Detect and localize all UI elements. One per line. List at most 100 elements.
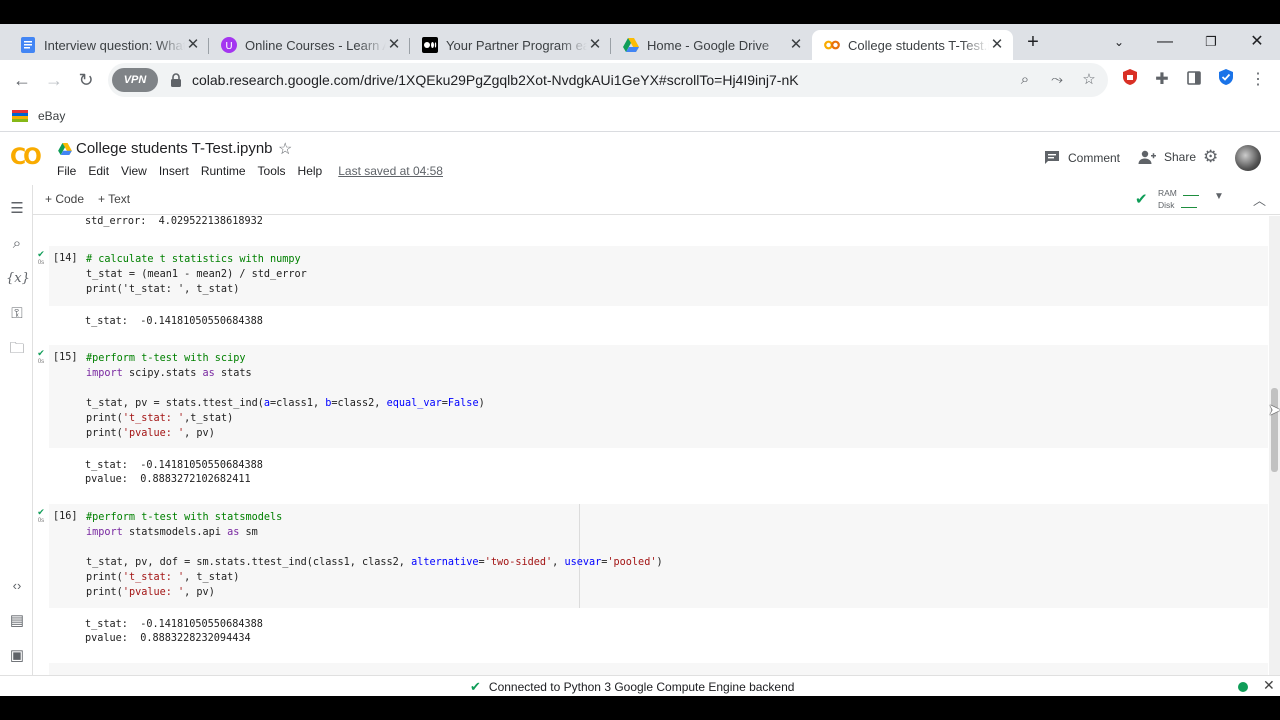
tab-partner-program[interactable]: Your Partner Program ea ✕ [410,30,611,60]
tab-search-icon[interactable]: ⌄ [1105,28,1133,56]
comment-button[interactable]: Comment [1044,150,1120,166]
extension-shield-icon[interactable] [1118,68,1142,92]
tab-online-courses[interactable]: U Online Courses - Learn A ✕ [209,30,410,60]
secrets-key-icon[interactable]: ⚿ [6,303,28,325]
close-icon[interactable]: ✕ [1263,677,1275,694]
status-bar: ✔ Connected to Python 3 Google Compute E… [0,675,1280,696]
ram-label: RAM [1158,188,1177,198]
lock-icon[interactable] [170,73,182,87]
menu-dots-icon[interactable]: ⋮ [1246,68,1270,92]
close-icon[interactable]: ✕ [788,37,804,53]
menu-help[interactable]: Help [298,164,323,178]
menu-insert[interactable]: Insert [159,164,189,178]
code-line[interactable]: t_stat, pv = stats.ttest_ind(a=class1, b… [86,398,485,409]
code-cell[interactable]: ✔ 0s [16] #perform t-test with statsmodel… [37,504,1268,608]
code-cell[interactable] [49,663,1268,675]
files-folder-icon[interactable]: 🗀 [6,338,28,360]
url-text[interactable]: colab.research.google.com/drive/1XQEku29… [192,63,799,97]
code-line[interactable]: print('t_stat: ', t_stat) [86,572,239,583]
restore-icon[interactable]: ❐ [1197,28,1225,56]
variables-icon[interactable]: {x} [6,268,30,290]
code-line[interactable]: import statsmodels.api as sm [86,527,258,538]
forward-icon[interactable]: → [40,66,68,94]
zoom-search-icon[interactable]: ⌕ [1013,68,1037,92]
cell-toolbar: + Code + Text ✔ RAM Disk ▼ ︿ [33,185,1280,215]
run-status-check-icon[interactable]: ✔ 0s [35,508,47,526]
code-line[interactable]: print('pvalue: ', pv) [86,587,215,598]
gear-icon[interactable]: ⚙ [1203,147,1218,167]
code-line[interactable]: print('pvalue: ', pv) [86,428,215,439]
share-button[interactable]: Share [1138,150,1196,164]
bookmark-label: eBay [38,109,66,123]
output-line: t_stat: -0.14181050550684388 [85,619,263,630]
table-of-contents-icon[interactable]: ☰ [6,198,28,220]
star-icon[interactable]: ☆ [278,139,292,159]
code-cell[interactable]: ✔ 0s [15] #perform t-test with scipy impo… [37,345,1268,448]
chevron-up-icon[interactable]: ︿ [1253,190,1266,209]
vpn-badge[interactable]: VPN [112,68,158,92]
close-icon[interactable]: ✕ [386,37,402,53]
output-line: std_error: 4.029522138618932 [85,216,263,227]
status-dot-icon [1238,682,1248,692]
command-palette-icon[interactable]: ▤ [6,610,28,632]
terminal-icon[interactable]: ▣ [6,645,28,667]
drive-icon[interactable] [58,143,72,155]
code-line[interactable]: t_stat = (mean1 - mean2) / std_error [86,269,307,280]
code-line[interactable]: print('t_stat: ',t_stat) [86,413,233,424]
docs-icon [20,37,36,53]
side-panel-icon[interactable] [1182,68,1206,92]
window-close-icon[interactable]: ✕ [1243,28,1271,56]
share-page-icon[interactable]: ⤳ [1045,68,1069,92]
dropdown-arrow-icon[interactable]: ▼ [1214,191,1224,202]
tab-colab-notebook[interactable]: College students T-Test.i ✕ [812,30,1013,60]
bookmark-star-icon[interactable]: ☆ [1077,68,1101,92]
menu-edit[interactable]: Edit [88,164,109,178]
colab-header: CO College students T-Test.ipynb ☆ File … [0,133,1280,185]
menu-view[interactable]: View [121,164,147,178]
code-snippets-icon[interactable]: ‹› [6,575,28,597]
reload-icon[interactable]: ↻ [72,66,100,94]
scrollbar[interactable] [1269,216,1280,675]
bookmark-ebay[interactable]: eBay [12,104,65,128]
medium-icon [422,37,438,53]
add-code-button[interactable]: + Code [45,192,84,206]
disk-label: Disk [1158,200,1175,210]
execution-count: [15] [53,352,78,363]
back-icon[interactable]: ← [8,66,36,94]
colab-logo[interactable]: CO [10,145,46,170]
minimize-icon[interactable]: — [1151,28,1179,56]
output-line: pvalue: 0.8883272102682411 [85,474,251,485]
close-icon[interactable]: ✕ [185,37,201,53]
close-icon[interactable]: ✕ [587,37,603,53]
tab-label: College students T-Test.i [848,37,989,53]
code-line[interactable]: t_stat, pv, dof = sm.stats.ttest_ind(cla… [86,557,663,568]
code-line[interactable]: import scipy.stats as stats [86,368,252,379]
code-line[interactable]: #perform t-test with statsmodels [86,512,282,523]
search-icon[interactable]: ⌕ [6,233,28,255]
run-status-check-icon[interactable]: ✔ 0s [35,250,47,268]
ram-disk-indicator[interactable]: RAM Disk [1158,187,1199,211]
new-tab-button[interactable]: + [1019,28,1047,56]
close-icon[interactable]: ✕ [989,37,1005,53]
tab-interview-question[interactable]: Interview question: What ✕ [8,30,209,60]
run-status-check-icon[interactable]: ✔ 0s [35,349,47,367]
notebook-title[interactable]: College students T-Test.ipynb [76,140,273,157]
extensions-puzzle-icon[interactable]: ✚ [1150,68,1174,92]
menu-file[interactable]: File [57,164,76,178]
address-bar[interactable]: VPN colab.research.google.com/drive/1XQE… [108,63,1108,97]
tab-google-drive[interactable]: Home - Google Drive ✕ [611,30,812,60]
last-saved-link[interactable]: Last saved at 04:58 [338,164,443,178]
code-line[interactable]: # calculate t statistics with numpy [86,254,301,265]
connection-status[interactable]: ✔ Connected to Python 3 Google Compute E… [470,679,794,695]
code-line[interactable]: #perform t-test with scipy [86,353,245,364]
browser-toolbar: ← → ↻ VPN colab.research.google.com/driv… [0,60,1280,100]
menu-tools[interactable]: Tools [258,164,286,178]
code-cell[interactable]: ✔ 0s [14] # calculate t statistics with n… [37,246,1268,306]
security-shield-icon[interactable] [1214,68,1238,92]
add-text-button[interactable]: + Text [98,192,130,206]
menu-runtime[interactable]: Runtime [201,164,246,178]
avatar[interactable] [1235,145,1261,171]
code-line[interactable]: print('t_stat: ', t_stat) [86,284,239,295]
status-text: Connected to Python 3 Google Compute Eng… [488,680,795,694]
connected-check-icon[interactable]: ✔ [1135,190,1148,208]
